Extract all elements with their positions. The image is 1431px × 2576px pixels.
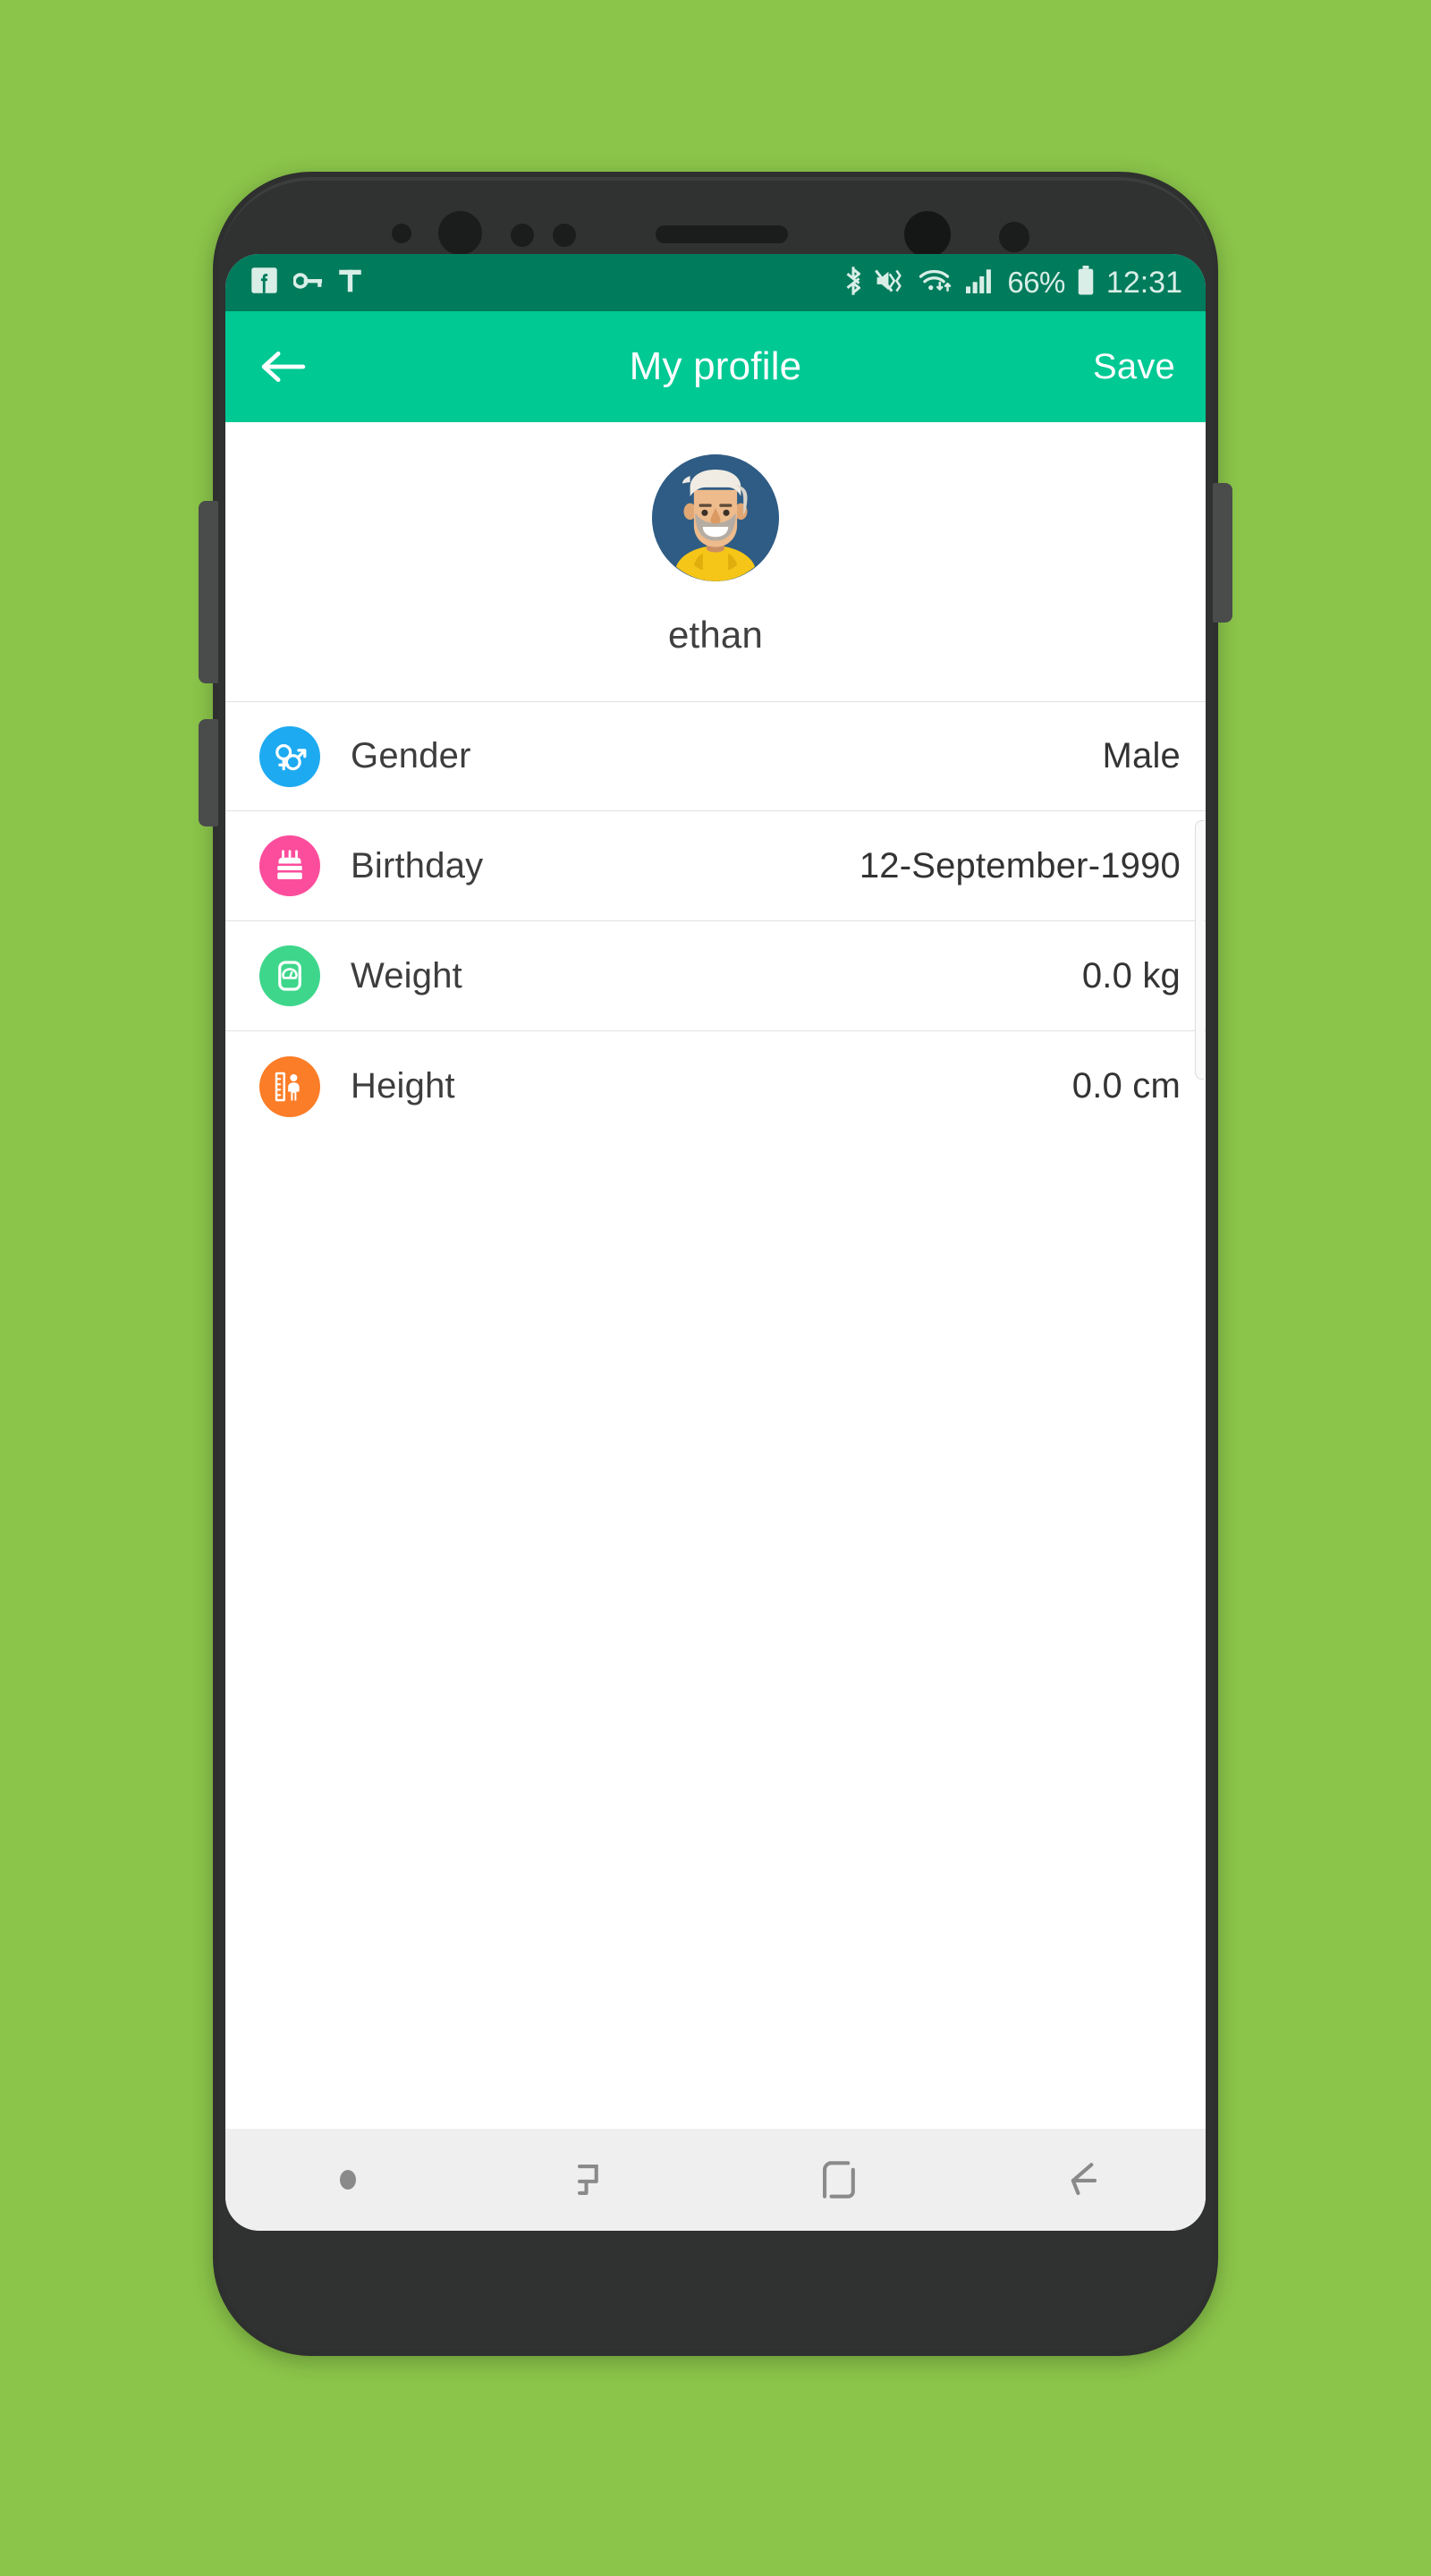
- status-bar-right-icons: 66% 12:31: [843, 266, 1182, 301]
- front-camera-icon: [904, 211, 951, 258]
- save-button[interactable]: Save: [1093, 347, 1175, 387]
- weight-scale-icon: [259, 945, 320, 1006]
- recents-button[interactable]: [470, 2129, 716, 2231]
- status-bar: 66% 12:31: [225, 254, 1206, 311]
- profile-content: ethan Gender Male Birthday 12-September-…: [225, 422, 1206, 2129]
- height-ruler-icon: [259, 1055, 320, 1117]
- power-button[interactable]: [1213, 483, 1232, 623]
- field-row-height[interactable]: Height 0.0 cm: [225, 1031, 1206, 1141]
- field-label-birthday: Birthday: [351, 845, 484, 886]
- profile-header: ethan: [225, 422, 1206, 657]
- home-button[interactable]: [716, 2129, 961, 2231]
- light-sensor-icon: [511, 224, 534, 247]
- secondary-sensor-icon: [999, 222, 1029, 252]
- nav-dot-indicator[interactable]: [225, 2129, 470, 2231]
- bluetooth-icon: [843, 266, 863, 301]
- field-label-gender: Gender: [351, 736, 471, 775]
- text-input-icon: [338, 267, 362, 299]
- phone-device: 66% 12:31 My profile Save ethan Gender M…: [199, 172, 1232, 2356]
- status-bar-left-icons: [250, 267, 362, 299]
- vertical-scrollbar[interactable]: [1195, 820, 1204, 1080]
- field-label-weight: Weight: [351, 955, 462, 996]
- field-row-weight[interactable]: Weight 0.0 kg: [225, 921, 1206, 1031]
- gender-icon: [259, 725, 320, 787]
- field-value-gender: Male: [1102, 736, 1181, 775]
- page-title: My profile: [629, 344, 802, 388]
- proximity-sensor-icon: [392, 224, 411, 243]
- field-label-height: Height: [351, 1066, 455, 1106]
- vpn-key-icon: [292, 270, 323, 296]
- led-indicator-icon: [553, 224, 576, 247]
- phone-screen: 66% 12:31 My profile Save ethan Gender M…: [225, 254, 1206, 2231]
- field-value-height: 0.0 cm: [1071, 1066, 1181, 1106]
- user-avatar[interactable]: [652, 454, 779, 581]
- field-value-birthday: 12-September-1990: [859, 845, 1181, 886]
- system-navigation-bar: [225, 2129, 1206, 2231]
- wifi-icon: [919, 267, 954, 299]
- username-label: ethan: [667, 614, 764, 656]
- mute-vibrate-icon: [875, 267, 907, 299]
- battery-percent-label: 66%: [1007, 266, 1065, 299]
- app-bar: My profile Save: [225, 311, 1206, 422]
- field-value-weight: 0.0 kg: [1081, 955, 1181, 996]
- profile-fields-list: Gender Male Birthday 12-September-1990 W…: [225, 701, 1206, 1141]
- field-row-gender[interactable]: Gender Male: [225, 701, 1206, 811]
- birthday-cake-icon: [259, 835, 320, 896]
- clock-label: 12:31: [1105, 265, 1182, 300]
- volume-down-button[interactable]: [199, 719, 218, 826]
- back-arrow-icon[interactable]: [261, 350, 306, 384]
- facebook-icon: [250, 267, 278, 299]
- battery-icon: [1077, 266, 1095, 300]
- field-row-birthday[interactable]: Birthday 12-September-1990: [225, 811, 1206, 921]
- phone-top-bezel: [213, 172, 1218, 258]
- iris-scanner-icon: [438, 211, 482, 255]
- earpiece-speaker-icon: [656, 225, 788, 243]
- cellular-signal-icon: [966, 267, 995, 299]
- back-button[interactable]: [961, 2129, 1206, 2231]
- volume-up-button[interactable]: [199, 501, 218, 683]
